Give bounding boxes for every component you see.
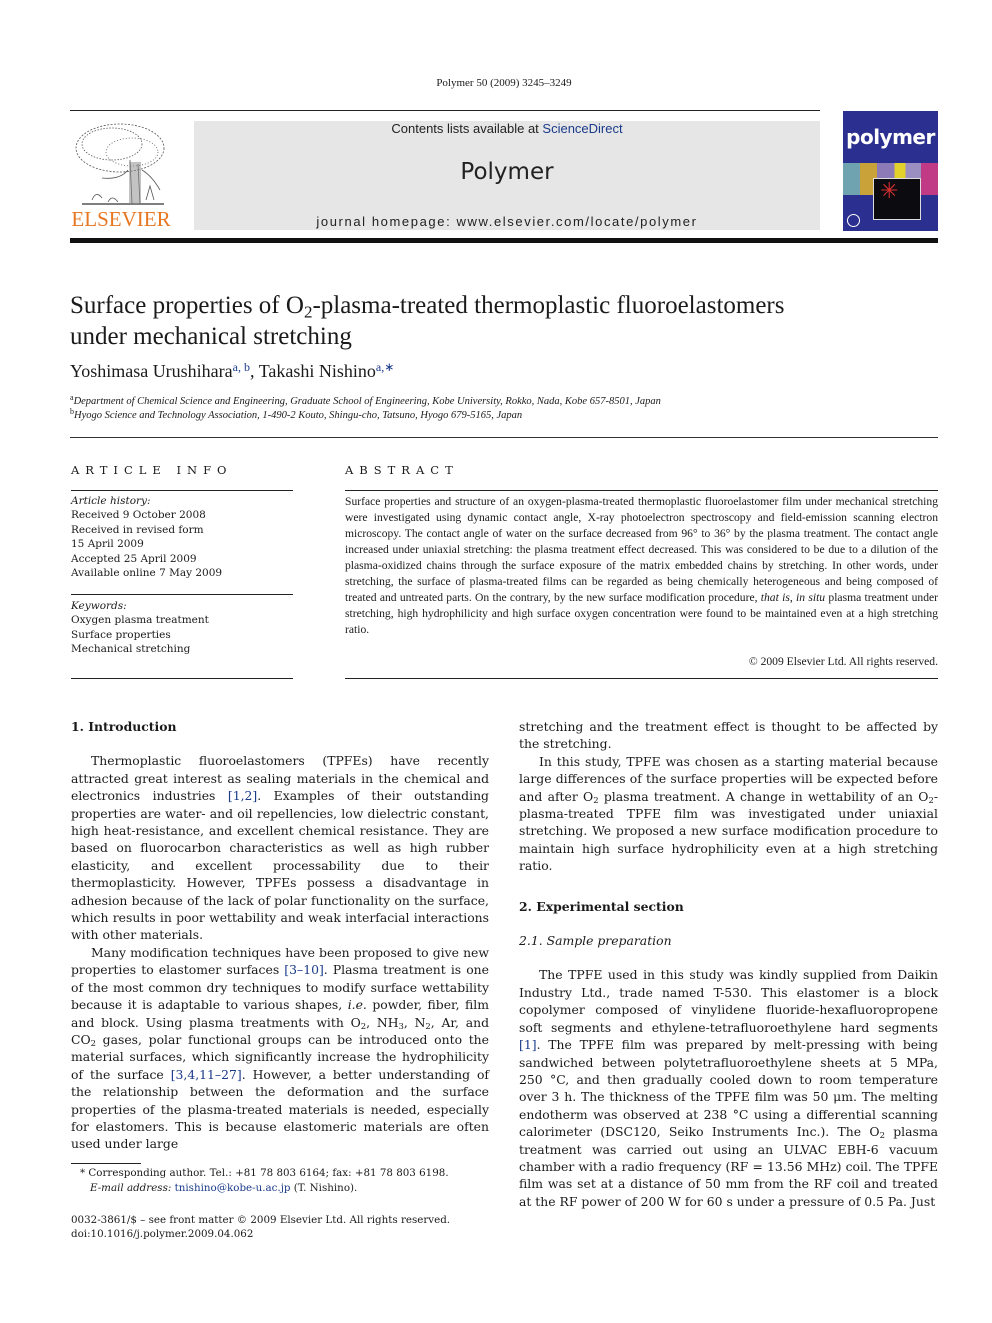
author-name[interactable]: Takashi Nishino [259,361,376,381]
footnote-rule [71,1163,141,1164]
contents-prefix: Contents lists available at [391,121,543,136]
text: plasma treatment. A change in wettabilit… [598,788,929,804]
cover-seal-icon [847,214,860,227]
cover-micrograph-image [873,178,921,220]
footnote-text: Corresponding author. Tel.: +81 78 803 6… [85,1167,449,1179]
corresponding-author-footnote: * Corresponding author. Tel.: +81 78 803… [80,1166,449,1196]
keyword: Oxygen plasma treatment [71,614,209,627]
email-label: E-mail address: [90,1182,175,1194]
affiliation-rule [70,437,938,438]
keywords-rule [71,594,293,595]
citation-link[interactable]: [3–10] [284,962,324,977]
history-item: 15 April 2009 [71,538,144,551]
keywords-label: Keywords: [71,600,127,612]
title-text-part1: Surface properties of O [70,292,304,319]
elsevier-wordmark: ELSEVIER [71,207,171,231]
journal-cover[interactable]: polymer [843,111,938,231]
history-item: Accepted 25 April 2009 [71,552,197,565]
text: , NH [366,1014,399,1030]
paragraph: Many modification techniques have been p… [71,944,489,1153]
header-rule [70,110,820,111]
keyword: Surface properties [71,628,171,641]
abstract-italic: that is [760,591,790,604]
abstract-italic: in situ [796,591,826,604]
history-item: Received in revised form [71,523,204,536]
affiliation-text: Hyogo Science and Technology Association… [74,410,523,421]
header-thick-rule [70,238,938,243]
section-heading-experimental: 2. Experimental section [519,898,684,914]
issn-line: 0032-3861/$ – see front matter © 2009 El… [71,1214,451,1226]
front-matter: 0032-3861/$ – see front matter © 2009 El… [71,1213,450,1241]
keyword: Mechanical stretching [71,643,191,656]
affiliation: bHyogo Science and Technology Associatio… [70,408,523,422]
abstract-copyright: © 2009 Elsevier Ltd. All rights reserved… [748,655,938,668]
article-info-heading: ARTICLE INFO [71,463,233,477]
paragraph: stretching and the treatment effect is t… [519,719,938,752]
history-item: Available online 7 May 2009 [71,567,223,580]
journal-citation: Polymer 50 (2009) 3245–3249 [436,77,572,89]
citation-link[interactable]: [1] [519,1037,537,1052]
paragraph: The TPFE used in this study was kindly s… [519,966,938,1210]
citation-link[interactable]: [3,4,11–27] [171,1067,242,1082]
journal-banner: Contents lists available at ScienceDirec… [194,121,820,230]
right-column: stretching and the treatment effect is t… [519,718,938,1210]
footnote-text: (T. Nishino). [290,1182,358,1194]
author-separator: , [250,361,259,381]
abstract-body: Surface properties and structure of an o… [345,495,938,604]
subsection-heading-sample-preparation: 2.1. Sample preparation [519,933,672,949]
tree-logo-icon [75,123,165,205]
abstract-text: Surface properties and structure of an o… [345,494,938,638]
text: The TPFE used in this study was kindly s… [519,967,938,1035]
journal-title: Polymer [460,159,554,185]
text: . Examples of their outstanding properti… [71,788,489,943]
author-affiliation-marks[interactable]: a,∗ [376,360,394,374]
journal-homepage-link[interactable]: journal homepage: www.elsevier.com/locat… [194,214,820,229]
history-item: Received 9 October 2008 [71,509,206,522]
history-label: Article history: [71,495,151,507]
author-affiliation-marks[interactable]: a, b [233,360,250,374]
author-list: Yoshimasa Urushiharaa, b, Takashi Nishin… [70,361,394,382]
abstract-heading: ABSTRACT [345,463,459,477]
title-text-line2: under mechanical stretching [70,323,352,350]
doi-link[interactable]: doi:10.1016/j.polymer.2009.04.062 [71,1227,450,1241]
affiliation-text: Department of Chemical Science and Engin… [73,396,661,407]
paragraph: Thermoplastic fluoroelastomers (TPFEs) h… [71,752,489,943]
abstract-rule [345,490,938,491]
section-heading-introduction: 1. Introduction [71,719,177,734]
article-history: Article history: Received 9 October 2008… [71,494,293,580]
sciencedirect-link[interactable]: ScienceDirect [542,121,622,136]
keywords: Keywords: Oxygen plasma treatment Surfac… [71,599,293,657]
article-title: Surface properties of O2-plasma-treated … [70,290,930,352]
citation-link[interactable]: [1,2] [228,788,257,803]
title-text-part2: -plasma-treated thermoplastic fluoroelas… [312,292,785,319]
author-name[interactable]: Yoshimasa Urushihara [70,361,233,381]
contents-line: Contents lists available at ScienceDirec… [194,121,820,136]
abstract-bottom-rule [345,678,938,679]
left-column: 1. Introduction Thermoplastic fluoroelas… [71,718,489,1153]
article-info-bottom-rule [71,678,293,679]
email-link[interactable]: tnishino@kobe-u.ac.jp [175,1182,291,1194]
affiliation: aDepartment of Chemical Science and Engi… [70,394,661,408]
text: . The TPFE film was prepared by melt-pre… [519,1037,938,1140]
cover-title: polymer [846,125,935,149]
paragraph: In this study, TPFE was chosen as a star… [519,753,938,875]
text: , N [403,1014,426,1030]
article-info-rule [71,490,293,491]
text: i.e. [347,997,367,1013]
elsevier-logo[interactable]: ELSEVIER [70,120,172,232]
